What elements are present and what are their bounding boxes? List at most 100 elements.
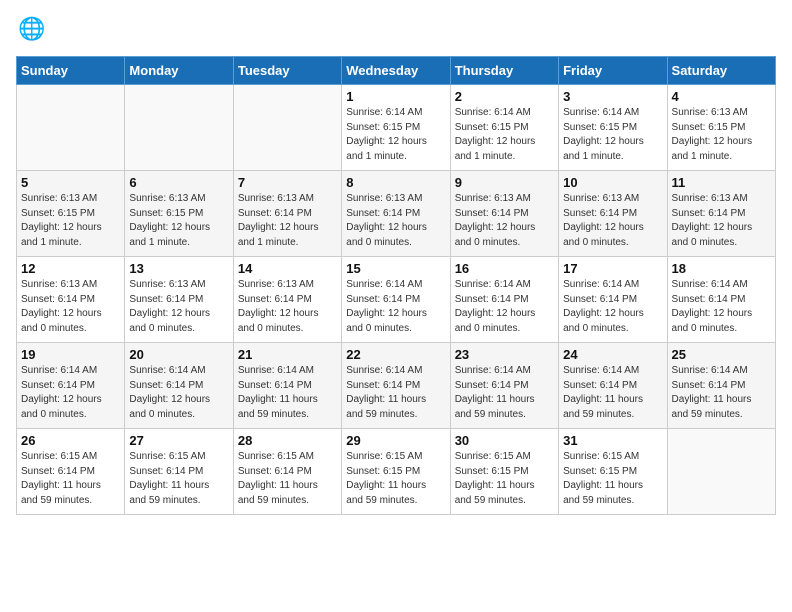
- day-number: 13: [129, 261, 228, 276]
- day-info: Sunrise: 6:13 AM Sunset: 6:14 PM Dayligh…: [563, 192, 662, 250]
- day-info: Sunrise: 6:14 AM Sunset: 6:14 PM Dayligh…: [346, 278, 445, 336]
- day-number: 29: [346, 433, 445, 448]
- day-info: Sunrise: 6:14 AM Sunset: 6:14 PM Dayligh…: [455, 278, 554, 336]
- calendar-cell: 3 Sunrise: 6:14 AM Sunset: 6:15 PM Daylig…: [559, 85, 667, 171]
- day-number: 8: [346, 175, 445, 190]
- day-number: 12: [21, 261, 120, 276]
- day-info: Sunrise: 6:15 AM Sunset: 6:14 PM Dayligh…: [129, 450, 228, 508]
- week-row-1: 1 Sunrise: 6:14 AM Sunset: 6:15 PM Daylig…: [17, 85, 776, 171]
- calendar-cell: 8 Sunrise: 6:13 AM Sunset: 6:14 PM Daylig…: [342, 171, 450, 257]
- day-header-thursday: Thursday: [450, 57, 558, 85]
- day-number: 17: [563, 261, 662, 276]
- calendar-cell: 6 Sunrise: 6:13 AM Sunset: 6:15 PM Daylig…: [125, 171, 233, 257]
- day-info: Sunrise: 6:15 AM Sunset: 6:15 PM Dayligh…: [563, 450, 662, 508]
- week-row-5: 26 Sunrise: 6:15 AM Sunset: 6:14 PM Dayli…: [17, 429, 776, 515]
- calendar-cell: 4 Sunrise: 6:13 AM Sunset: 6:15 PM Daylig…: [667, 85, 775, 171]
- calendar-cell: 2Sunrise: 6:14 AM Sunset: 6:15 PM Daylig…: [450, 85, 558, 171]
- calendar-cell: 13 Sunrise: 6:13 AM Sunset: 6:14 PM Dayli…: [125, 257, 233, 343]
- calendar-cell: 12 Sunrise: 6:13 AM Sunset: 6:14 PM Dayli…: [17, 257, 125, 343]
- day-header-friday: Friday: [559, 57, 667, 85]
- header-row: SundayMondayTuesdayWednesdayThursdayFrid…: [17, 57, 776, 85]
- calendar-cell: 24 Sunrise: 6:14 AM Sunset: 6:14 PM Dayli…: [559, 343, 667, 429]
- calendar-cell: 30 Sunrise: 6:15 AM Sunset: 6:15 PM Dayli…: [450, 429, 558, 515]
- day-info: Sunrise: 6:14 AM Sunset: 6:14 PM Dayligh…: [672, 364, 771, 422]
- day-info: Sunrise: 6:15 AM Sunset: 6:15 PM Dayligh…: [455, 450, 554, 508]
- day-number: 11: [672, 175, 771, 190]
- day-number: 6: [129, 175, 228, 190]
- day-number: 23: [455, 347, 554, 362]
- day-number: 3: [563, 89, 662, 104]
- day-number: 30: [455, 433, 554, 448]
- calendar-cell: [125, 85, 233, 171]
- calendar-cell: 1 Sunrise: 6:14 AM Sunset: 6:15 PM Daylig…: [342, 85, 450, 171]
- calendar-cell: 21Sunrise: 6:14 AM Sunset: 6:14 PM Dayli…: [233, 343, 341, 429]
- day-number: 1: [346, 89, 445, 104]
- calendar-cell: 31Sunrise: 6:15 AM Sunset: 6:15 PM Dayli…: [559, 429, 667, 515]
- day-number: 24: [563, 347, 662, 362]
- day-info: Sunrise: 6:13 AM Sunset: 6:14 PM Dayligh…: [238, 192, 337, 250]
- day-number: 4: [672, 89, 771, 104]
- day-header-monday: Monday: [125, 57, 233, 85]
- day-number: 28: [238, 433, 337, 448]
- day-info: Sunrise: 6:15 AM Sunset: 6:15 PM Dayligh…: [346, 450, 445, 508]
- day-info: Sunrise: 6:13 AM Sunset: 6:14 PM Dayligh…: [455, 192, 554, 250]
- day-info: Sunrise: 6:14 AM Sunset: 6:14 PM Dayligh…: [672, 278, 771, 336]
- day-info: Sunrise: 6:13 AM Sunset: 6:14 PM Dayligh…: [21, 278, 120, 336]
- day-info: Sunrise: 6:14 AM Sunset: 6:14 PM Dayligh…: [563, 364, 662, 422]
- calendar-cell: [233, 85, 341, 171]
- calendar-cell: 17 Sunrise: 6:14 AM Sunset: 6:14 PM Dayli…: [559, 257, 667, 343]
- day-info: Sunrise: 6:14 AM Sunset: 6:14 PM Dayligh…: [238, 364, 337, 422]
- calendar-cell: 26 Sunrise: 6:15 AM Sunset: 6:14 PM Dayli…: [17, 429, 125, 515]
- calendar-cell: 5 Sunrise: 6:13 AM Sunset: 6:15 PM Daylig…: [17, 171, 125, 257]
- calendar-cell: 29 Sunrise: 6:15 AM Sunset: 6:15 PM Dayli…: [342, 429, 450, 515]
- day-header-tuesday: Tuesday: [233, 57, 341, 85]
- day-info: Sunrise: 6:13 AM Sunset: 6:15 PM Dayligh…: [672, 106, 771, 164]
- day-number: 27: [129, 433, 228, 448]
- day-info: Sunrise: 6:13 AM Sunset: 6:15 PM Dayligh…: [21, 192, 120, 250]
- calendar-cell: 23 Sunrise: 6:14 AM Sunset: 6:14 PM Dayli…: [450, 343, 558, 429]
- day-number: 18: [672, 261, 771, 276]
- calendar-cell: 19 Sunrise: 6:14 AM Sunset: 6:14 PM Dayli…: [17, 343, 125, 429]
- day-header-sunday: Sunday: [17, 57, 125, 85]
- day-info: Sunrise: 6:14 AM Sunset: 6:14 PM Dayligh…: [129, 364, 228, 422]
- calendar-cell: 11 Sunrise: 6:13 AM Sunset: 6:14 PM Dayli…: [667, 171, 775, 257]
- day-info: Sunrise: 6:15 AM Sunset: 6:14 PM Dayligh…: [21, 450, 120, 508]
- day-info: Sunrise: 6:13 AM Sunset: 6:14 PM Dayligh…: [238, 278, 337, 336]
- day-info: Sunrise: 6:14 AM Sunset: 6:15 PM Dayligh…: [455, 106, 554, 164]
- day-info: Sunrise: 6:15 AM Sunset: 6:14 PM Dayligh…: [238, 450, 337, 508]
- calendar-cell: 28 Sunrise: 6:15 AM Sunset: 6:14 PM Dayli…: [233, 429, 341, 515]
- calendar-cell: 16Sunrise: 6:14 AM Sunset: 6:14 PM Dayli…: [450, 257, 558, 343]
- logo: 🌐: [16, 16, 48, 44]
- day-info: Sunrise: 6:13 AM Sunset: 6:14 PM Dayligh…: [129, 278, 228, 336]
- day-number: 26: [21, 433, 120, 448]
- day-info: Sunrise: 6:14 AM Sunset: 6:15 PM Dayligh…: [563, 106, 662, 164]
- day-info: Sunrise: 6:14 AM Sunset: 6:15 PM Dayligh…: [346, 106, 445, 164]
- day-info: Sunrise: 6:13 AM Sunset: 6:14 PM Dayligh…: [672, 192, 771, 250]
- day-number: 25: [672, 347, 771, 362]
- week-row-2: 5 Sunrise: 6:13 AM Sunset: 6:15 PM Daylig…: [17, 171, 776, 257]
- calendar-cell: 15 Sunrise: 6:14 AM Sunset: 6:14 PM Dayli…: [342, 257, 450, 343]
- week-row-3: 12 Sunrise: 6:13 AM Sunset: 6:14 PM Dayli…: [17, 257, 776, 343]
- day-number: 5: [21, 175, 120, 190]
- day-header-wednesday: Wednesday: [342, 57, 450, 85]
- day-number: 19: [21, 347, 120, 362]
- day-info: Sunrise: 6:13 AM Sunset: 6:14 PM Dayligh…: [346, 192, 445, 250]
- day-info: Sunrise: 6:14 AM Sunset: 6:14 PM Dayligh…: [563, 278, 662, 336]
- svg-text:🌐: 🌐: [18, 16, 44, 41]
- day-number: 7: [238, 175, 337, 190]
- calendar-cell: 9Sunrise: 6:13 AM Sunset: 6:14 PM Daylig…: [450, 171, 558, 257]
- day-info: Sunrise: 6:13 AM Sunset: 6:15 PM Dayligh…: [129, 192, 228, 250]
- logo-icon: 🌐: [16, 16, 44, 44]
- calendar-cell: 25 Sunrise: 6:14 AM Sunset: 6:14 PM Dayli…: [667, 343, 775, 429]
- day-number: 14: [238, 261, 337, 276]
- day-info: Sunrise: 6:14 AM Sunset: 6:14 PM Dayligh…: [346, 364, 445, 422]
- calendar-cell: 10Sunrise: 6:13 AM Sunset: 6:14 PM Dayli…: [559, 171, 667, 257]
- day-info: Sunrise: 6:14 AM Sunset: 6:14 PM Dayligh…: [21, 364, 120, 422]
- day-header-saturday: Saturday: [667, 57, 775, 85]
- header: 🌐: [16, 16, 776, 44]
- calendar-cell: 27 Sunrise: 6:15 AM Sunset: 6:14 PM Dayli…: [125, 429, 233, 515]
- week-row-4: 19 Sunrise: 6:14 AM Sunset: 6:14 PM Dayli…: [17, 343, 776, 429]
- day-number: 15: [346, 261, 445, 276]
- day-info: Sunrise: 6:14 AM Sunset: 6:14 PM Dayligh…: [455, 364, 554, 422]
- calendar-cell: 14 Sunrise: 6:13 AM Sunset: 6:14 PM Dayli…: [233, 257, 341, 343]
